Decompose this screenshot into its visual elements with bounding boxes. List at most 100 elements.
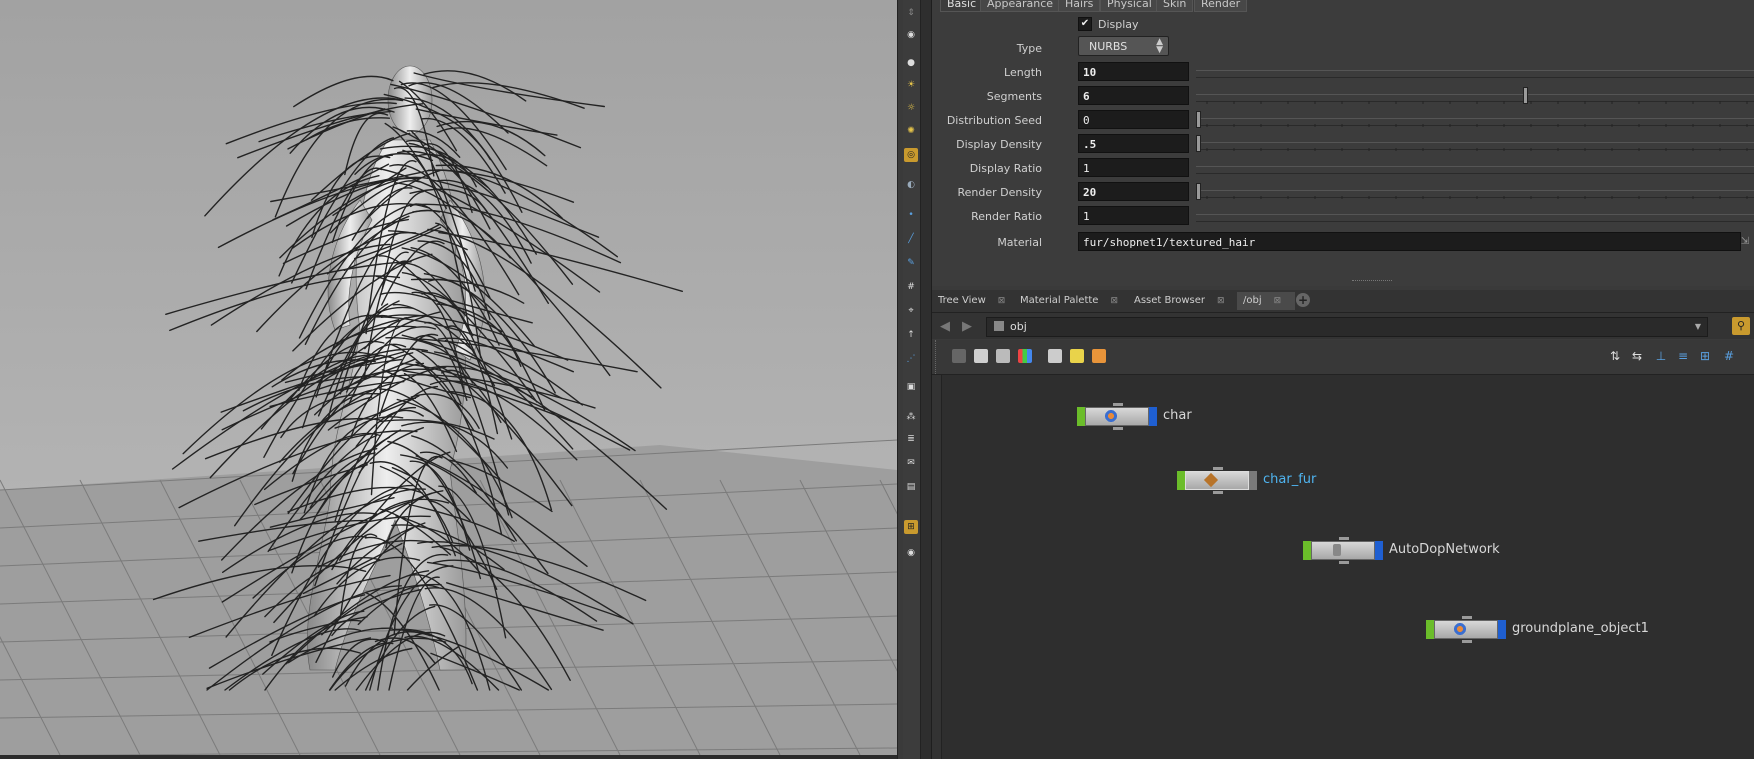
segments-slider-ticks <box>1206 101 1748 104</box>
numbers-icon[interactable]: # <box>904 280 918 294</box>
spinner-icon: ▲ ▼ <box>1156 37 1163 55</box>
display-ratio-slider[interactable] <box>1196 166 1754 174</box>
tab-hairs[interactable]: Hairs <box>1058 0 1101 12</box>
arrow-icon[interactable]: ⇕ <box>904 6 918 20</box>
list-mode-icon[interactable] <box>952 349 966 363</box>
spreadsheet-icon[interactable] <box>996 349 1010 363</box>
render-density-handle[interactable] <box>1196 183 1201 200</box>
lock-camera-icon[interactable]: ◉ <box>904 28 918 42</box>
distribution-seed-handle[interactable] <box>1196 111 1201 128</box>
asset-icon[interactable] <box>1092 349 1106 363</box>
close-icon[interactable]: ⊠ <box>1274 296 1282 306</box>
stack-icon[interactable]: ≣ <box>904 432 918 446</box>
node-body[interactable] <box>1085 407 1149 426</box>
node-body[interactable] <box>1311 541 1375 560</box>
network-scrollbar[interactable] <box>932 375 942 759</box>
comment-icon[interactable]: ✉ <box>904 456 918 470</box>
tab-basic[interactable]: Basic <box>940 0 984 12</box>
tab-obj[interactable]: /obj ⊠ <box>1237 292 1295 310</box>
layout-horizontal-icon[interactable]: ⇆ <box>1630 349 1644 363</box>
snap-grid-icon[interactable]: ⊞ <box>1698 349 1712 363</box>
type-value: NURBS <box>1089 40 1128 53</box>
node-chooser-icon[interactable]: ⇲ <box>1738 232 1752 251</box>
tab-physical[interactable]: Physical <box>1100 0 1159 12</box>
display-density-handle[interactable] <box>1196 135 1201 152</box>
distribution-seed-field[interactable]: 0 <box>1078 110 1189 129</box>
layout-vertical-icon[interactable]: ⇅ <box>1608 349 1622 363</box>
tab-skin[interactable]: Skin <box>1156 0 1194 12</box>
path-field[interactable]: obj ▼ <box>986 317 1708 337</box>
render-flag[interactable] <box>1149 407 1157 426</box>
length-field[interactable]: 10 <box>1078 62 1189 81</box>
node-body[interactable] <box>1434 620 1498 639</box>
sticky-note-icon[interactable] <box>1070 349 1084 363</box>
material-label: Material <box>997 236 1042 249</box>
cube-icon[interactable]: ▣ <box>904 380 918 394</box>
display-checkbox[interactable]: ✔ <box>1078 17 1092 31</box>
pin-icon[interactable]: ⚲ <box>1732 317 1750 335</box>
grid-layout-icon[interactable]: ⊞ <box>904 520 918 534</box>
close-icon[interactable]: ⊠ <box>1217 296 1225 306</box>
details-icon[interactable] <box>974 349 988 363</box>
node-label: AutoDopNetwork <box>1389 542 1500 557</box>
geometry-icon <box>1454 623 1466 635</box>
distribute-icon[interactable]: ≡ <box>1676 349 1690 363</box>
render-density-field[interactable]: 20 <box>1078 182 1189 201</box>
display-density-field[interactable]: .5 <box>1078 134 1189 153</box>
segments-field[interactable]: 6 <box>1078 86 1189 105</box>
close-icon[interactable]: ⊠ <box>1110 296 1118 306</box>
connect-icon[interactable]: ⋰ <box>904 352 918 366</box>
display-ratio-label: Display Ratio <box>969 162 1042 175</box>
eye-icon[interactable]: ◉ <box>904 546 918 560</box>
node-label: groundplane_object1 <box>1512 621 1649 636</box>
align-icon[interactable]: ⊥ <box>1654 349 1668 363</box>
color-palette-icon[interactable] <box>1018 349 1032 363</box>
scene-viewport[interactable] <box>0 0 897 755</box>
render-flag[interactable] <box>1498 620 1506 639</box>
network-toolbar: ⇅ ⇆ ⊥ ≡ ⊞ # <box>932 340 1754 375</box>
display-ratio-field[interactable]: 1 <box>1078 158 1189 177</box>
tab-tree-view[interactable]: Tree View ⊠ <box>932 292 1014 310</box>
display-density-ticks <box>1206 148 1748 151</box>
tab-asset-browser[interactable]: Asset Browser ⊠ <box>1128 292 1226 310</box>
render-flag[interactable] <box>1249 471 1257 490</box>
forward-arrow-icon[interactable]: ▶ <box>962 319 972 334</box>
display-flag[interactable] <box>1303 541 1311 560</box>
network-editor[interactable]: char char_fur AutoDopNetwork groundplane… <box>932 375 1754 759</box>
tab-appearance[interactable]: Appearance <box>980 0 1061 12</box>
image-icon[interactable]: ▤ <box>904 480 918 494</box>
close-icon[interactable]: ⊠ <box>998 296 1006 306</box>
pane-resize-grip[interactable] <box>1352 280 1392 285</box>
brush-icon[interactable]: ✎ <box>904 256 918 270</box>
snap-icon[interactable]: ⌖ <box>904 304 918 318</box>
grid-icon[interactable]: # <box>1722 349 1736 363</box>
render-flag[interactable] <box>1375 541 1383 560</box>
tab-asset-browser-label: Asset Browser <box>1134 295 1206 306</box>
network-box-icon[interactable] <box>1048 349 1062 363</box>
viewport-scene <box>0 0 897 755</box>
headlight-icon[interactable]: ☼ <box>904 101 918 115</box>
type-dropdown[interactable]: NURBS ▲ ▼ <box>1078 36 1169 56</box>
tab-material-palette[interactable]: Material Palette ⊠ <box>1014 292 1122 310</box>
tab-render[interactable]: Render <box>1194 0 1248 12</box>
display-flag[interactable] <box>1426 620 1434 639</box>
particles-icon[interactable]: ⁂ <box>904 410 918 424</box>
material-field[interactable]: fur/shopnet1/textured_hair <box>1078 232 1741 251</box>
path-bar: ◀ ▶ obj ▼ ⚲ <box>932 313 1754 339</box>
display-flag[interactable] <box>1177 471 1185 490</box>
normals-icon[interactable]: ↑ <box>904 328 918 342</box>
network-pane-tabs: Tree View ⊠ Material Palette ⊠ Asset Brows… <box>932 290 1754 313</box>
obj-network-icon <box>994 321 1004 331</box>
right-panes: Basic Appearance Hairs Physical Skin Ren… <box>932 0 1754 759</box>
type-label: Type <box>1016 42 1042 55</box>
toolbar-grip <box>935 340 940 374</box>
render-ratio-field[interactable]: 1 <box>1078 206 1189 225</box>
length-slider[interactable] <box>1196 70 1754 78</box>
render-density-ticks <box>1206 196 1748 199</box>
add-tab-icon[interactable]: + <box>1296 293 1310 307</box>
dop-network-icon <box>1333 544 1341 556</box>
render-ratio-slider[interactable] <box>1196 214 1754 222</box>
chevron-down-icon[interactable]: ▼ <box>1695 318 1701 336</box>
back-arrow-icon[interactable]: ◀ <box>940 319 950 334</box>
display-flag[interactable] <box>1077 407 1085 426</box>
